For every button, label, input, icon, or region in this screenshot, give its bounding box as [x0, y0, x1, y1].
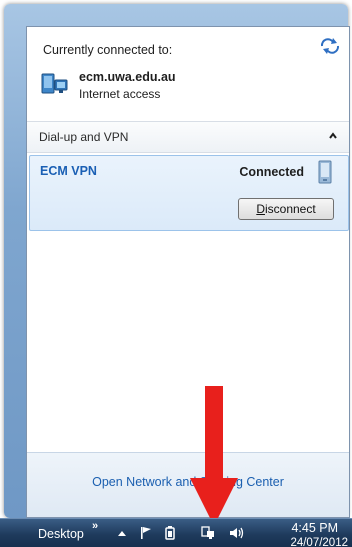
network-connection-icon [41, 73, 68, 94]
network-access-status: Internet access [79, 87, 161, 101]
red-arrow-annotation [190, 386, 238, 526]
clock-time[interactable]: 4:45 PM [291, 521, 338, 535]
clock-date[interactable]: 24/07/2012 [290, 537, 348, 547]
disconnect-button-mnemonic: D [256, 202, 265, 216]
power-icon[interactable] [162, 525, 178, 541]
dialup-vpn-section-header[interactable]: Dial-up and VPN [27, 121, 349, 153]
vpn-connection-status: Connected [239, 165, 304, 179]
disconnect-button[interactable]: Disconnect [238, 198, 334, 220]
vpn-connection-icon [318, 160, 332, 184]
open-network-sharing-center-link[interactable]: Open Network and Sharing Center [27, 475, 349, 489]
toolbar-overflow-chevron[interactable]: » [92, 520, 98, 532]
volume-icon[interactable] [228, 525, 244, 541]
network-icon[interactable] [200, 525, 216, 541]
network-flyout-panel: Currently connected to: ecm.uwa.edu.au I… [26, 26, 350, 518]
disconnect-button-label: isconnect [264, 202, 316, 216]
network-flyout-frame: Currently connected to: ecm.uwa.edu.au I… [4, 4, 350, 518]
taskbar: Desktop » 4:45 PM 24/07/2012 [0, 518, 352, 547]
flyout-footer: Open Network and Sharing Center [27, 452, 349, 517]
screen: Currently connected to: ecm.uwa.edu.au I… [0, 0, 352, 547]
show-hidden-icons-chevron-icon[interactable] [114, 525, 130, 541]
chevron-up-icon[interactable] [327, 130, 339, 142]
action-center-flag-icon[interactable] [138, 525, 154, 541]
refresh-icon[interactable] [319, 37, 341, 55]
network-name: ecm.uwa.edu.au [79, 70, 176, 84]
desktop-toolbar-label[interactable]: Desktop [38, 527, 84, 541]
vpn-connection-name: ECM VPN [40, 164, 97, 178]
currently-connected-label: Currently connected to: [43, 43, 173, 57]
dialup-vpn-section-title: Dial-up and VPN [39, 130, 129, 144]
vpn-connection-item[interactable]: ECM VPN Connected Disconnect [29, 155, 349, 231]
